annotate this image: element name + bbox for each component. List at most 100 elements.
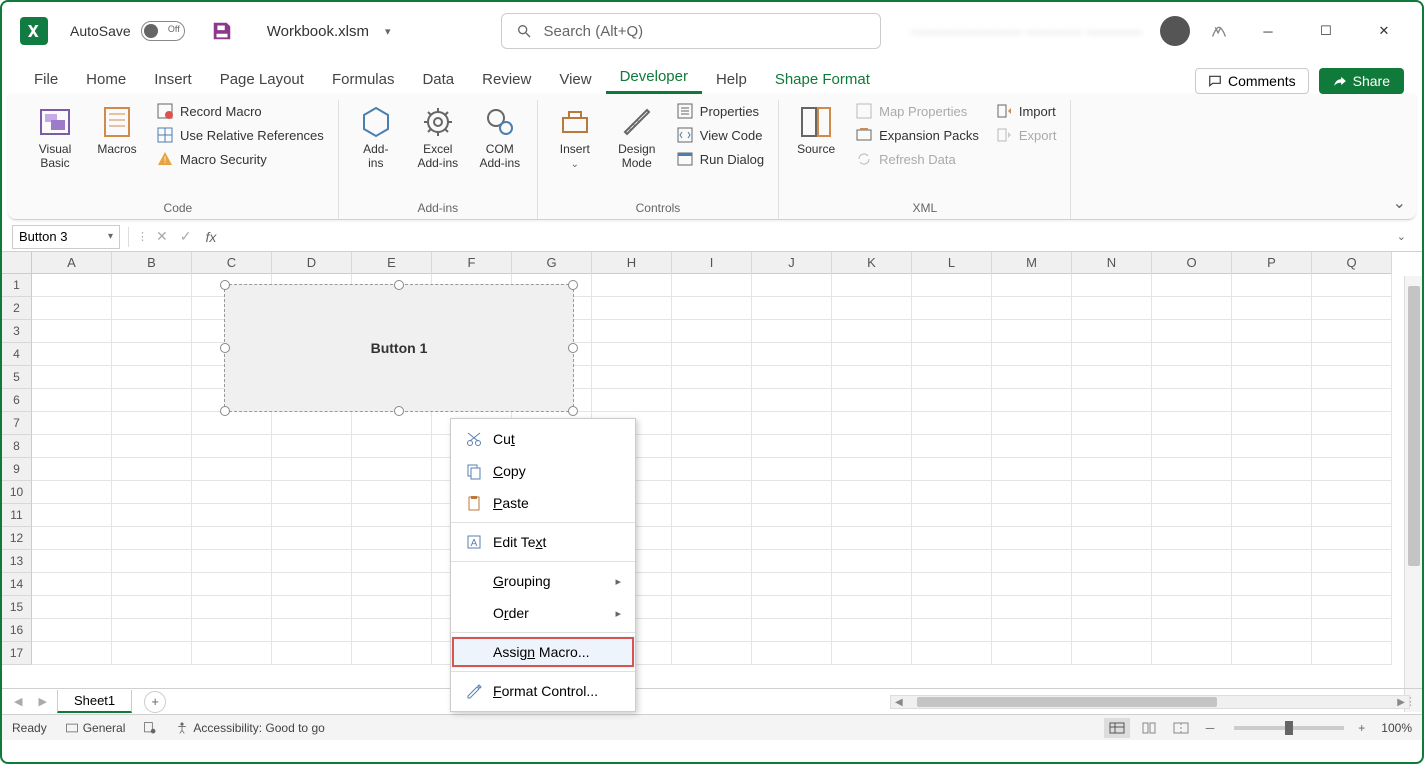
cell[interactable] <box>1152 527 1232 550</box>
cell[interactable] <box>1232 550 1312 573</box>
cell[interactable] <box>832 481 912 504</box>
cell[interactable] <box>32 412 112 435</box>
cell[interactable] <box>1072 412 1152 435</box>
row-header[interactable]: 9 <box>2 458 32 481</box>
cell[interactable] <box>112 619 192 642</box>
cell[interactable] <box>912 412 992 435</box>
enter-formula-button[interactable]: ✓ <box>176 228 196 245</box>
name-box[interactable]: Button 3 ▾ <box>12 225 120 249</box>
cell[interactable] <box>752 619 832 642</box>
cell[interactable] <box>32 389 112 412</box>
cell[interactable] <box>1072 274 1152 297</box>
resize-handle[interactable] <box>568 343 578 353</box>
cell[interactable] <box>832 274 912 297</box>
cell[interactable] <box>672 343 752 366</box>
cell[interactable] <box>832 504 912 527</box>
maximize-button[interactable]: ☐ <box>1306 15 1346 47</box>
cell[interactable] <box>1152 619 1232 642</box>
cell[interactable] <box>992 481 1072 504</box>
cell[interactable] <box>192 550 272 573</box>
row-header[interactable]: 3 <box>2 320 32 343</box>
select-all-corner[interactable] <box>2 252 32 274</box>
cell[interactable] <box>1152 297 1232 320</box>
cell[interactable] <box>672 389 752 412</box>
cell[interactable] <box>192 642 272 665</box>
cell[interactable] <box>1312 320 1392 343</box>
row-header[interactable]: 12 <box>2 527 32 550</box>
cell[interactable] <box>752 389 832 412</box>
cell[interactable] <box>1312 573 1392 596</box>
cell[interactable] <box>1072 619 1152 642</box>
cell[interactable] <box>1072 435 1152 458</box>
cell[interactable] <box>672 550 752 573</box>
cell[interactable] <box>752 435 832 458</box>
use-relative-references-button[interactable]: Use Relative References <box>150 124 330 146</box>
cell[interactable] <box>272 550 352 573</box>
col-header[interactable]: I <box>672 252 752 274</box>
col-header[interactable]: E <box>352 252 432 274</box>
ctx-grouping[interactable]: Grouping ▸ <box>451 565 635 597</box>
cell[interactable] <box>672 504 752 527</box>
scrollbar-thumb[interactable] <box>917 697 1217 707</box>
cell[interactable] <box>1312 274 1392 297</box>
row-header[interactable]: 6 <box>2 389 32 412</box>
cell[interactable] <box>912 481 992 504</box>
cell[interactable] <box>352 435 432 458</box>
cell[interactable] <box>1152 642 1232 665</box>
macro-security-button[interactable]: ! Macro Security <box>150 148 330 170</box>
filename-chevron-icon[interactable]: ▾ <box>385 25 391 38</box>
cell[interactable] <box>672 297 752 320</box>
tab-insert[interactable]: Insert <box>140 65 206 94</box>
resize-handle[interactable] <box>220 406 230 416</box>
cell[interactable] <box>672 573 752 596</box>
cell[interactable] <box>752 458 832 481</box>
cell[interactable] <box>112 297 192 320</box>
cell[interactable] <box>672 366 752 389</box>
cell[interactable] <box>1312 619 1392 642</box>
row-header[interactable]: 1 <box>2 274 32 297</box>
cell[interactable] <box>1312 366 1392 389</box>
row-header[interactable]: 13 <box>2 550 32 573</box>
cell[interactable] <box>912 504 992 527</box>
excel-addins-button[interactable]: Excel Add-ins <box>409 100 467 175</box>
cell[interactable] <box>672 458 752 481</box>
col-header[interactable]: A <box>32 252 112 274</box>
cell[interactable] <box>1152 343 1232 366</box>
cell[interactable] <box>112 573 192 596</box>
cell[interactable] <box>1312 550 1392 573</box>
cell[interactable] <box>32 458 112 481</box>
cell[interactable] <box>1232 504 1312 527</box>
cell[interactable] <box>992 527 1072 550</box>
cell[interactable] <box>1072 573 1152 596</box>
cell[interactable] <box>112 504 192 527</box>
cell[interactable] <box>352 458 432 481</box>
ctx-edit-text[interactable]: A Edit Text <box>451 526 635 558</box>
cell[interactable] <box>272 619 352 642</box>
cell[interactable] <box>992 642 1072 665</box>
cell[interactable] <box>1152 596 1232 619</box>
cell[interactable] <box>192 481 272 504</box>
cell[interactable] <box>32 297 112 320</box>
col-header[interactable]: M <box>992 252 1072 274</box>
macros-button[interactable]: Macros <box>88 100 146 160</box>
cell[interactable] <box>32 642 112 665</box>
cell[interactable] <box>1232 343 1312 366</box>
cell[interactable] <box>352 481 432 504</box>
cell[interactable] <box>192 619 272 642</box>
add-sheet-button[interactable]: + <box>144 691 166 713</box>
cell[interactable] <box>1152 481 1232 504</box>
properties-button[interactable]: Properties <box>670 100 770 122</box>
cell[interactable] <box>592 297 672 320</box>
row-header[interactable]: 11 <box>2 504 32 527</box>
close-button[interactable]: ✕ <box>1364 15 1404 47</box>
resize-handle[interactable] <box>220 343 230 353</box>
cell[interactable] <box>272 458 352 481</box>
cell[interactable] <box>1072 389 1152 412</box>
cell[interactable] <box>992 550 1072 573</box>
tab-formulas[interactable]: Formulas <box>318 65 409 94</box>
cell[interactable] <box>32 596 112 619</box>
col-header[interactable]: H <box>592 252 672 274</box>
cell[interactable] <box>992 504 1072 527</box>
cell[interactable] <box>1152 573 1232 596</box>
cell[interactable] <box>672 435 752 458</box>
